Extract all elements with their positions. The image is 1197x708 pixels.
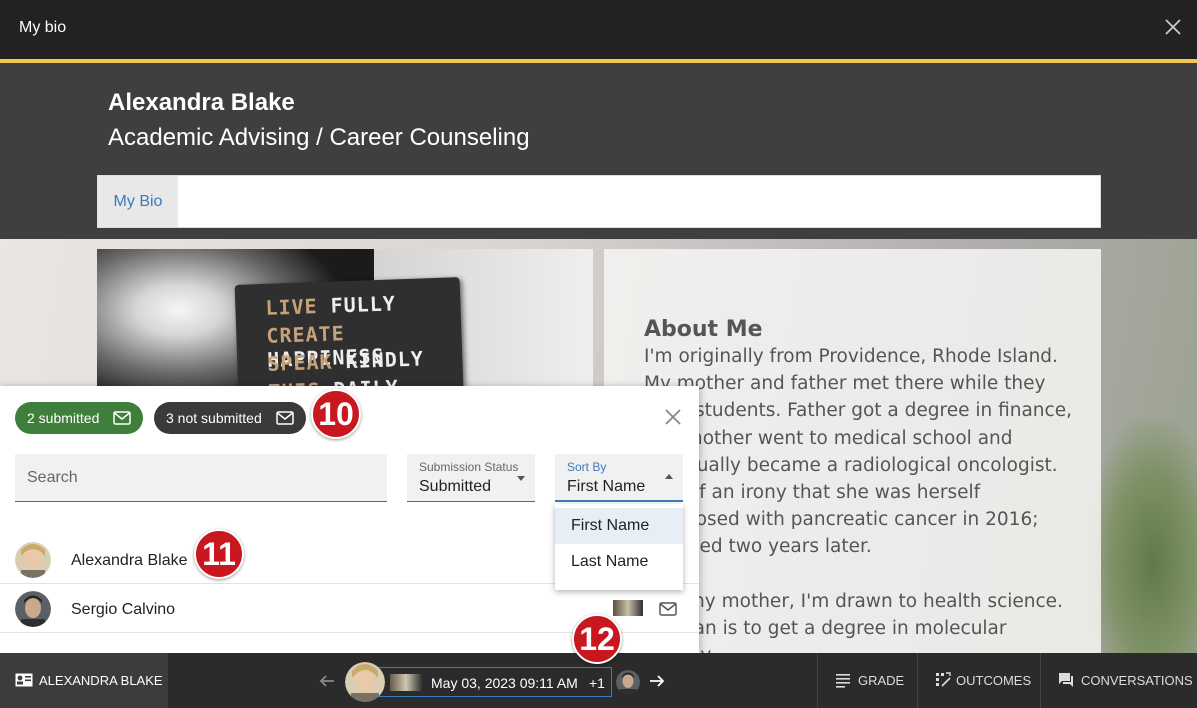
sort-option-last-name[interactable]: Last Name: [555, 544, 683, 580]
submitted-label: 2 submitted: [27, 410, 100, 426]
student-selector-label: ALEXANDRA BLAKE: [39, 673, 163, 688]
window-title: My bio: [19, 19, 67, 36]
submission-thumbnail[interactable]: [613, 600, 643, 616]
student-name: Alexandra Blake: [71, 552, 188, 569]
callout-badge: 12: [572, 614, 622, 664]
sort-option-first-name[interactable]: First Name: [555, 508, 683, 544]
sign-image: LIVE FULLY CREATE HAPPINESS SPEAK KINDLY…: [234, 277, 465, 399]
mail-icon: [113, 411, 131, 425]
about-text: I'm originally from Providence, Rhode Is…: [644, 343, 1074, 653]
about-paragraph: I'm originally from Providence, Rhode Is…: [644, 346, 1072, 558]
conversations-label: CONVERSATIONS: [1081, 673, 1193, 688]
close-icon[interactable]: [1163, 17, 1183, 37]
conversations-button[interactable]: CONVERSATIONS: [1040, 653, 1197, 708]
sort-by-label: Sort By: [567, 460, 607, 474]
sort-by-value: First Name: [567, 478, 646, 495]
submission-status-value: Submitted: [419, 478, 492, 495]
student-selector-button[interactable]: ALEXANDRA BLAKE: [0, 653, 168, 708]
sort-by-menu: First Name Last Name: [555, 504, 683, 590]
callout-badge: 10: [311, 389, 361, 439]
mail-icon: [276, 411, 294, 425]
current-student-avatar: [345, 662, 385, 702]
grade-label: GRADE: [858, 673, 905, 688]
submission-thumbnail: [390, 674, 422, 691]
submission-selector[interactable]: May 03, 2023 09:11 AM +1: [366, 667, 612, 697]
search-input[interactable]: [15, 454, 387, 501]
student-avatar: [15, 591, 51, 627]
extra-count: +1: [589, 675, 605, 691]
dropdown-arrow-icon: [517, 476, 525, 481]
tab-my-bio[interactable]: My Bio: [98, 176, 178, 227]
not-submitted-label: 3 not submitted: [166, 410, 262, 426]
outcomes-icon: [936, 672, 951, 687]
about-heading: About Me: [644, 317, 763, 342]
submitted-filter-button[interactable]: 2 submitted: [15, 402, 143, 434]
outcomes-label: OUTCOMES: [956, 673, 1032, 688]
next-arrow-icon[interactable]: [648, 673, 666, 689]
tab-bar: My Bio: [97, 175, 1101, 228]
dropdown-arrow-icon: [665, 474, 673, 479]
submission-status-select[interactable]: Submission Status Submitted: [407, 454, 535, 502]
previous-arrow-icon[interactable]: [318, 673, 336, 689]
student-name: Sergio Calvino: [71, 601, 176, 618]
submission-time: May 03, 2023 09:11 AM: [431, 675, 578, 691]
plant-decoration: [1087, 419, 1197, 653]
search-field[interactable]: [15, 454, 387, 502]
grade-icon: [836, 674, 850, 688]
conversations-icon: [1059, 673, 1073, 687]
top-bar: My bio: [0, 0, 1197, 59]
about-paragraph: Like my mother, I'm drawn to health scie…: [644, 590, 1063, 653]
bio-photo: LIVE FULLY CREATE HAPPINESS SPEAK KINDLY…: [97, 249, 593, 399]
profile-header: Alexandra Blake Academic Advising / Care…: [0, 63, 1197, 239]
mail-icon[interactable]: [659, 602, 677, 616]
grade-button[interactable]: GRADE: [817, 653, 917, 708]
not-submitted-filter-button[interactable]: 3 not submitted: [154, 402, 306, 434]
outcomes-button[interactable]: OUTCOMES: [917, 653, 1040, 708]
student-card-icon: [15, 673, 33, 687]
profile-name: Alexandra Blake: [108, 89, 295, 116]
close-panel-icon[interactable]: [664, 408, 682, 426]
callout-badge: 11: [194, 529, 244, 579]
submission-status-label: Submission Status: [419, 460, 519, 474]
student-avatar: [15, 542, 51, 578]
profile-department: Academic Advising / Career Counseling: [108, 124, 530, 151]
sort-by-select[interactable]: Sort By First Name: [555, 454, 683, 502]
next-student-avatar: [616, 670, 640, 694]
